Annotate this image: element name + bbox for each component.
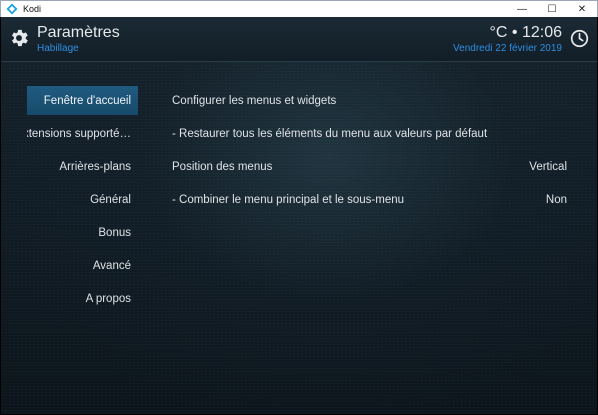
category-bonus[interactable]: Bonus	[27, 218, 138, 247]
window-controls: — ☐ ✕	[507, 1, 597, 18]
category-extensions-supportees[interactable]: Extensions supporté…	[27, 119, 138, 148]
close-button[interactable]: ✕	[567, 1, 597, 18]
setting-label: Position des menus	[172, 160, 273, 173]
window-titlebar: Kodi — ☐ ✕	[0, 0, 598, 17]
page-subtitle: Habillage	[37, 43, 79, 54]
setting-label: - Combiner le menu principal et le sous-…	[172, 193, 405, 206]
header-bar: Paramètres Habillage °C • 12:06 Vendredi…	[1, 17, 597, 62]
temperature-time: °C • 12:06	[489, 24, 562, 41]
kodi-app-icon	[6, 3, 18, 15]
category-avance[interactable]: Avancé	[27, 251, 138, 280]
category-arrieres-plans[interactable]: Arrières-plans	[27, 152, 138, 181]
kodi-screen: Paramètres Habillage °C • 12:06 Vendredi…	[1, 17, 597, 414]
window-title: Kodi	[23, 4, 42, 14]
setting-label: - Restaurer tous les éléments du menu au…	[172, 127, 488, 140]
page-title: Paramètres	[37, 24, 120, 41]
setting-value: Vertical	[529, 160, 567, 173]
setting-value: Non	[545, 193, 567, 206]
setting-label: Configurer les menus et widgets	[172, 94, 337, 107]
category-a-propos[interactable]: A propos	[27, 284, 138, 313]
settings-list: Configurer les menus et widgets - Restau…	[165, 86, 575, 218]
minimize-button[interactable]: —	[507, 1, 537, 18]
category-general[interactable]: Général	[27, 185, 138, 214]
category-fenetre-accueil[interactable]: Fenêtre d'accueil	[27, 86, 138, 115]
setting-combine-menus[interactable]: - Combiner le menu principal et le sous-…	[165, 185, 575, 214]
setting-menu-position[interactable]: Position des menus Vertical	[165, 152, 575, 181]
maximize-button[interactable]: ☐	[537, 1, 567, 18]
settings-category-list: Fenêtre d'accueil Extensions supporté… A…	[27, 86, 138, 317]
setting-configure-menus[interactable]: Configurer les menus et widgets	[165, 86, 575, 115]
gear-icon[interactable]	[8, 27, 30, 49]
date-label: Vendredi 22 février 2019	[453, 43, 562, 54]
clock-icon[interactable]	[570, 29, 589, 48]
setting-restore-menu-items[interactable]: - Restaurer tous les éléments du menu au…	[165, 119, 575, 148]
